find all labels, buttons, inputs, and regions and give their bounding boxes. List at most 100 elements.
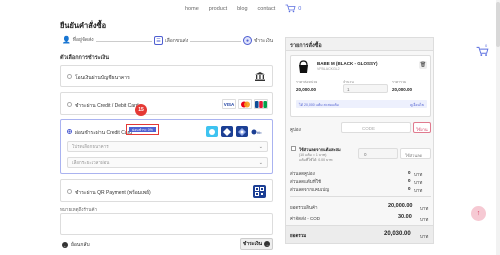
col-price-label: ราคาต่อหน่วย (296, 80, 318, 84)
shipping-value: 30.00 (398, 214, 412, 220)
nav-product[interactable]: product (209, 6, 227, 12)
pay-button[interactable]: ชำระเงิน → (240, 238, 273, 250)
shipping-unit: บาท (420, 217, 429, 222)
product-name: BABE M (BLACK - GLOSSY) (317, 61, 378, 66)
option-label: ชำระผ่าน QR Payment (พร้อมเพย์) (75, 190, 151, 196)
select-value: โปรดเลือกธนาคาร (72, 144, 109, 149)
radio-qr[interactable] (67, 189, 72, 194)
bank-logo-scb-icon (221, 126, 233, 137)
nav-cart[interactable]: 0 (285, 4, 301, 13)
installment-term-select[interactable]: เลือกระยะเวลาผ่อน ⌄ (67, 157, 268, 168)
points-note: ได้ 20,000 แต้ม สะสมแต้ม (299, 103, 339, 107)
user-icon: 👤 (62, 37, 71, 44)
payment-option-qr[interactable]: ชำระผ่าน QR Payment (พร้อมเพย์) (60, 179, 273, 202)
summary-title: รายการสั่งซื้อ (286, 38, 433, 51)
line-total: 20,000.00 (392, 87, 413, 92)
unit-price: 20,000.00 (296, 87, 317, 92)
use-points-checkbox[interactable] (291, 146, 296, 151)
radio-installment[interactable] (67, 129, 72, 134)
use-points-avail: แต้มที่ใช้ได้: 0.00 บาท (299, 158, 333, 162)
bank-icon (254, 71, 266, 82)
points-discount-label: ส่วนลดแต้มที่ใช้ (290, 179, 322, 184)
campaign-discount-value: 0 (408, 186, 411, 191)
page-title: ยืนยันคำสั่งซื้อ (60, 21, 107, 30)
coupon-input[interactable]: CODE (341, 122, 411, 133)
product-card: BABE M (BLACK - GLOSSY) VFBLACKGL2 🗑 ราค… (290, 55, 431, 117)
arrow-up-icon: ↑ (476, 210, 481, 217)
bank-logo-krungsri-icon (206, 126, 218, 137)
svg-text:ttb: ttb (257, 130, 262, 135)
arrow-right-icon: → (264, 241, 271, 247)
payment-option-card[interactable]: ชำระผ่าน Credit / Debit Card VISA (60, 92, 273, 115)
pay-label: ชำระเงิน (242, 241, 263, 247)
option-label: โอนเงินผ่านบัญชีธนาคาร (75, 75, 130, 81)
step-address[interactable]: 👤 ที่อยู่จัดส่ง (60, 36, 96, 44)
points-apply-button[interactable]: ใช้ส่วนลด (400, 148, 431, 159)
installment-badge: ผ่อนชำระ 0% (129, 127, 156, 132)
nav-contact[interactable]: contact (258, 6, 276, 12)
side-cart-count: 0 (485, 43, 488, 48)
radio-card[interactable] (67, 102, 72, 107)
product-sku: VFBLACKGL2 (317, 67, 340, 71)
note-textarea[interactable] (60, 213, 273, 235)
option-label: ชำระผ่าน Credit / Debit Card (75, 103, 139, 109)
back-button[interactable]: ← ย้อนกลับ (62, 241, 90, 249)
chevron-down-icon: ⌄ (258, 160, 263, 166)
visa-logo: VISA (222, 99, 236, 109)
cart-icon (285, 4, 296, 13)
payment-option-installment[interactable]: ผ่อนชำระผ่าน Credit Card ttb โปรดเลือกธน… (60, 119, 273, 174)
product-bag-icon (299, 60, 308, 73)
bank-logo-bbl-icon (236, 126, 248, 137)
installment-bank-select[interactable]: โปรดเลือกธนาคาร ⌄ (67, 141, 268, 152)
subtotal-unit: บาท (420, 206, 429, 211)
payment-option-bank-transfer[interactable]: โอนเงินผ่านบัญชีธนาคาร (60, 65, 273, 87)
radio-bank-transfer[interactable] (67, 74, 72, 79)
coupon-apply-button[interactable]: ใช้งาน (413, 122, 431, 133)
total-label: ยอดรวม (290, 233, 307, 238)
points-note-bar: ได้ 20,000 แต้ม สะสมแต้ม ดูเงื่อนไข (296, 100, 427, 108)
points-conditions-link[interactable]: ดูเงื่อนไข (410, 102, 424, 108)
coupon-discount-label: ส่วนลดคูปอง (290, 171, 315, 176)
step-payment[interactable]: ● ชำระเงิน (241, 36, 276, 45)
shipping-label: ค่าจัดส่ง - COD (290, 216, 321, 221)
total-bar: ยอดรวม 20,030.00 บาท (286, 225, 433, 243)
floating-cart-button[interactable]: 0 (476, 43, 489, 59)
jcb-logo (254, 99, 268, 109)
coupon-placeholder: CODE (362, 126, 376, 131)
points-discount-unit: บาท (414, 180, 423, 185)
scrollbar-thumb[interactable] (496, 2, 500, 47)
campaign-discount-unit: บาท (414, 188, 423, 193)
checklist-icon: ☰ (154, 36, 163, 45)
scrollbar[interactable] (496, 0, 500, 255)
points-apply-label: ใช้ส่วนลด (405, 153, 423, 158)
coupon-apply-label: ใช้งาน (416, 127, 428, 132)
quantity-stepper[interactable]: 1 (343, 84, 388, 93)
campaign-discount-label: ส่วนลดจากแคมเปญ (290, 187, 330, 192)
arrow-left-icon: ← (62, 242, 68, 248)
subtotal-label: ยอดรวมสินค้า (290, 205, 318, 210)
chevron-down-icon: ⌄ (258, 144, 263, 150)
total-value: 20,030.00 (384, 231, 411, 237)
back-label: ย้อนกลับ (71, 242, 90, 248)
points-input-value: 0 (364, 152, 367, 157)
step-label: ชำระเงิน (254, 37, 274, 44)
qr-payment-icon (253, 185, 266, 198)
cart-count: 0 (298, 5, 302, 12)
points-input[interactable]: 0 (358, 148, 398, 159)
col-total-label: ราคารวม (392, 80, 407, 84)
nav-home[interactable]: home (185, 6, 199, 12)
payment-icon: ● (243, 36, 252, 45)
points-discount-value: 0 (408, 178, 411, 183)
coupon-discount-value: 0 (408, 170, 411, 175)
trash-icon[interactable]: 🗑 (419, 61, 427, 69)
bank-logo-ttb-icon: ttb (251, 126, 263, 137)
nav-blog[interactable]: blog (237, 6, 247, 12)
scroll-to-top-button[interactable]: ↑ (471, 206, 486, 221)
order-summary: รายการสั่งซื้อ BABE M (BLACK - GLOSSY) V… (285, 37, 434, 244)
step-label: ที่อยู่จัดส่ง (72, 37, 94, 43)
payment-section-label: ตัวเลือกการชำระเงิน (60, 55, 109, 61)
step-shipping[interactable]: ☰ เลือกขนส่ง (152, 36, 191, 45)
checkout-steps: 👤 ที่อยู่จัดส่ง ☰ เลือกขนส่ง ● ชำระเงิน (60, 36, 276, 46)
select-value: เลือกระยะเวลาผ่อน (72, 160, 110, 165)
step-label: เลือกขนส่ง (165, 37, 189, 44)
